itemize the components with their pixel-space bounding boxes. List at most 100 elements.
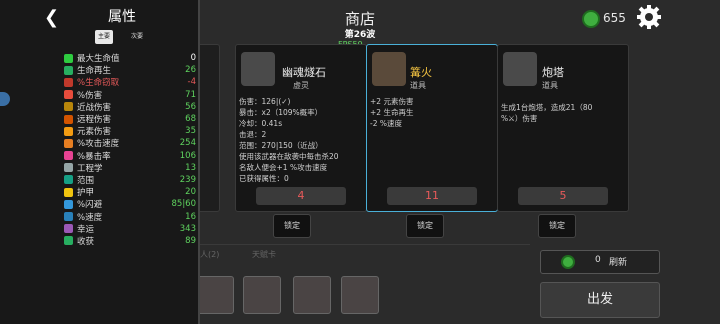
refresh-label: 刷新 bbox=[609, 258, 628, 268]
stat-name: 元素伤害 bbox=[77, 127, 112, 138]
shop-title: 商店 bbox=[344, 10, 375, 28]
coin-icon bbox=[561, 255, 575, 269]
stat-name: 最大生命值 bbox=[77, 54, 120, 65]
stat-name: %速度 bbox=[77, 212, 103, 223]
stat-icon bbox=[64, 224, 73, 234]
card-type: 道具 bbox=[410, 81, 426, 90]
stat-name: 幸运 bbox=[77, 224, 95, 235]
panel-edge bbox=[198, 0, 200, 324]
card-type: 道具 bbox=[542, 81, 558, 90]
stat-row[interactable]: 最大生命值 0 bbox=[64, 52, 196, 64]
stat-name: 范围 bbox=[77, 175, 95, 186]
card-desc: +2 元素伤害 +2 生命再生 -2 %速度 bbox=[370, 97, 414, 128]
stat-icon bbox=[64, 236, 73, 246]
stat-row[interactable]: 工程学 13 bbox=[64, 162, 196, 174]
stat-name: %生命窃取 bbox=[77, 78, 120, 89]
price-value: 11 bbox=[425, 189, 439, 202]
stat-value: 20 bbox=[185, 187, 196, 198]
stat-value: 85|60 bbox=[171, 199, 197, 210]
stat-row[interactable]: 范围 239 bbox=[64, 174, 196, 186]
stat-icon bbox=[64, 90, 73, 100]
weapon-slot[interactable] bbox=[243, 276, 281, 314]
back-icon[interactable]: ❮ bbox=[44, 7, 59, 28]
bottom-tab[interactable]: 人(2) bbox=[200, 249, 219, 260]
shop-card-item[interactable]: 炮塔 道具 生成1台炮塔，造成21（80 %⚔）伤害 5 bbox=[497, 44, 629, 212]
stat-name: %攻击速度 bbox=[77, 139, 120, 150]
buy-button[interactable]: 5 bbox=[518, 187, 608, 205]
stat-value: 68 bbox=[185, 114, 196, 125]
stat-value: 89 bbox=[185, 235, 196, 246]
flint-icon bbox=[241, 52, 275, 86]
coin-icon bbox=[582, 10, 600, 28]
attributes-title: 属性 bbox=[108, 9, 136, 25]
stat-icon bbox=[64, 77, 73, 87]
stat-name: %伤害 bbox=[77, 90, 103, 101]
card-name: 篝火 bbox=[410, 66, 432, 79]
stat-icon bbox=[64, 102, 73, 112]
stat-icon bbox=[64, 163, 73, 173]
stat-icon bbox=[64, 212, 73, 222]
price-value: 4 bbox=[297, 189, 305, 202]
weapon-slot[interactable] bbox=[293, 276, 331, 314]
lock-button[interactable]: 锁定 bbox=[538, 214, 576, 238]
stat-value: -4 bbox=[187, 77, 196, 88]
shop-card-weapon[interactable]: 幽魂燧石 虚灵 伤害：126|(✓) 暴击：x2（109%概率） 冷却：0.41s 击… bbox=[235, 44, 367, 212]
stat-icon bbox=[64, 126, 73, 136]
stat-name: 近战伤害 bbox=[77, 102, 112, 113]
stat-name: 护甲 bbox=[77, 188, 95, 199]
stat-value: 35 bbox=[185, 126, 196, 137]
lock-button[interactable]: 锁定 bbox=[273, 214, 311, 238]
stat-value: 106 bbox=[179, 150, 196, 161]
stat-row[interactable]: 幸运 343 bbox=[64, 223, 196, 235]
stat-value: 26 bbox=[185, 65, 196, 76]
stat-name: %暴击率 bbox=[77, 151, 111, 162]
buy-button[interactable]: 11 bbox=[387, 187, 477, 205]
stat-value: 56 bbox=[185, 101, 196, 112]
weapon-slot[interactable] bbox=[196, 276, 234, 314]
shop-card-item[interactable]: 篝火 道具 +2 元素伤害 +2 生命再生 -2 %速度 11 bbox=[366, 44, 498, 212]
stat-row[interactable]: %速度 16 bbox=[64, 210, 196, 223]
stat-value: 0 bbox=[190, 53, 196, 64]
weapon-slot[interactable] bbox=[341, 276, 379, 314]
stat-value: 13 bbox=[185, 162, 196, 173]
stat-row[interactable]: %闪避 85|60 bbox=[64, 198, 196, 210]
stat-row[interactable]: 护甲 20 bbox=[64, 186, 196, 198]
stat-name: %闪避 bbox=[77, 200, 103, 211]
stat-row[interactable]: %攻击速度 254 bbox=[64, 137, 196, 149]
stat-value: 71 bbox=[185, 89, 196, 100]
stat-icon bbox=[64, 199, 73, 209]
stat-row[interactable]: 收获 89 bbox=[64, 235, 196, 247]
bottom-tab[interactable]: 天赋卡 bbox=[252, 249, 276, 260]
wave-label: 第26波 bbox=[344, 30, 376, 40]
stat-row[interactable]: %伤害 71 bbox=[64, 89, 196, 101]
stat-icon bbox=[64, 187, 73, 197]
campfire-icon bbox=[372, 52, 406, 86]
stat-icon bbox=[64, 65, 73, 75]
stat-row[interactable]: 生命再生 26 bbox=[64, 64, 196, 76]
gear-icon[interactable] bbox=[636, 4, 662, 30]
card-desc: 伤害：126|(✓) 暴击：x2（109%概率） 冷却：0.41s 击退：2 范围：2… bbox=[239, 97, 339, 183]
go-button[interactable]: 出发 bbox=[540, 282, 660, 318]
lock-button[interactable]: 锁定 bbox=[406, 214, 444, 238]
stat-name: 远程伤害 bbox=[77, 115, 112, 126]
turret-icon bbox=[503, 52, 537, 86]
buy-button[interactable]: 4 bbox=[256, 187, 346, 205]
tab-main[interactable]: 主要 bbox=[95, 30, 113, 44]
tab-sub[interactable]: 次要 bbox=[128, 30, 146, 44]
refresh-button[interactable]: 0 刷新 bbox=[540, 250, 660, 274]
card-type: 虚灵 bbox=[293, 81, 309, 90]
stat-value: 16 bbox=[185, 211, 196, 222]
stat-name: 生命再生 bbox=[77, 66, 112, 77]
stat-row[interactable]: %生命窃取 -4 bbox=[64, 76, 196, 88]
stat-icon bbox=[64, 53, 73, 63]
stats-list: 最大生命值 0 生命再生 26 %生命窃取 -4 %伤害 71 近战伤害 56 远程伤害 68 元素伤害… bbox=[64, 52, 196, 247]
stat-name: 收获 bbox=[77, 236, 95, 247]
stat-row[interactable]: 远程伤害 68 bbox=[64, 113, 196, 125]
stat-row[interactable]: 元素伤害 35 bbox=[64, 125, 196, 137]
stat-row[interactable]: 近战伤害 56 bbox=[64, 101, 196, 113]
coin-amount: 655 bbox=[603, 11, 626, 25]
stat-icon bbox=[64, 151, 73, 161]
stat-name: 工程学 bbox=[77, 163, 103, 174]
stat-row[interactable]: %暴击率 106 bbox=[64, 150, 196, 162]
stat-value: 343 bbox=[179, 223, 196, 234]
